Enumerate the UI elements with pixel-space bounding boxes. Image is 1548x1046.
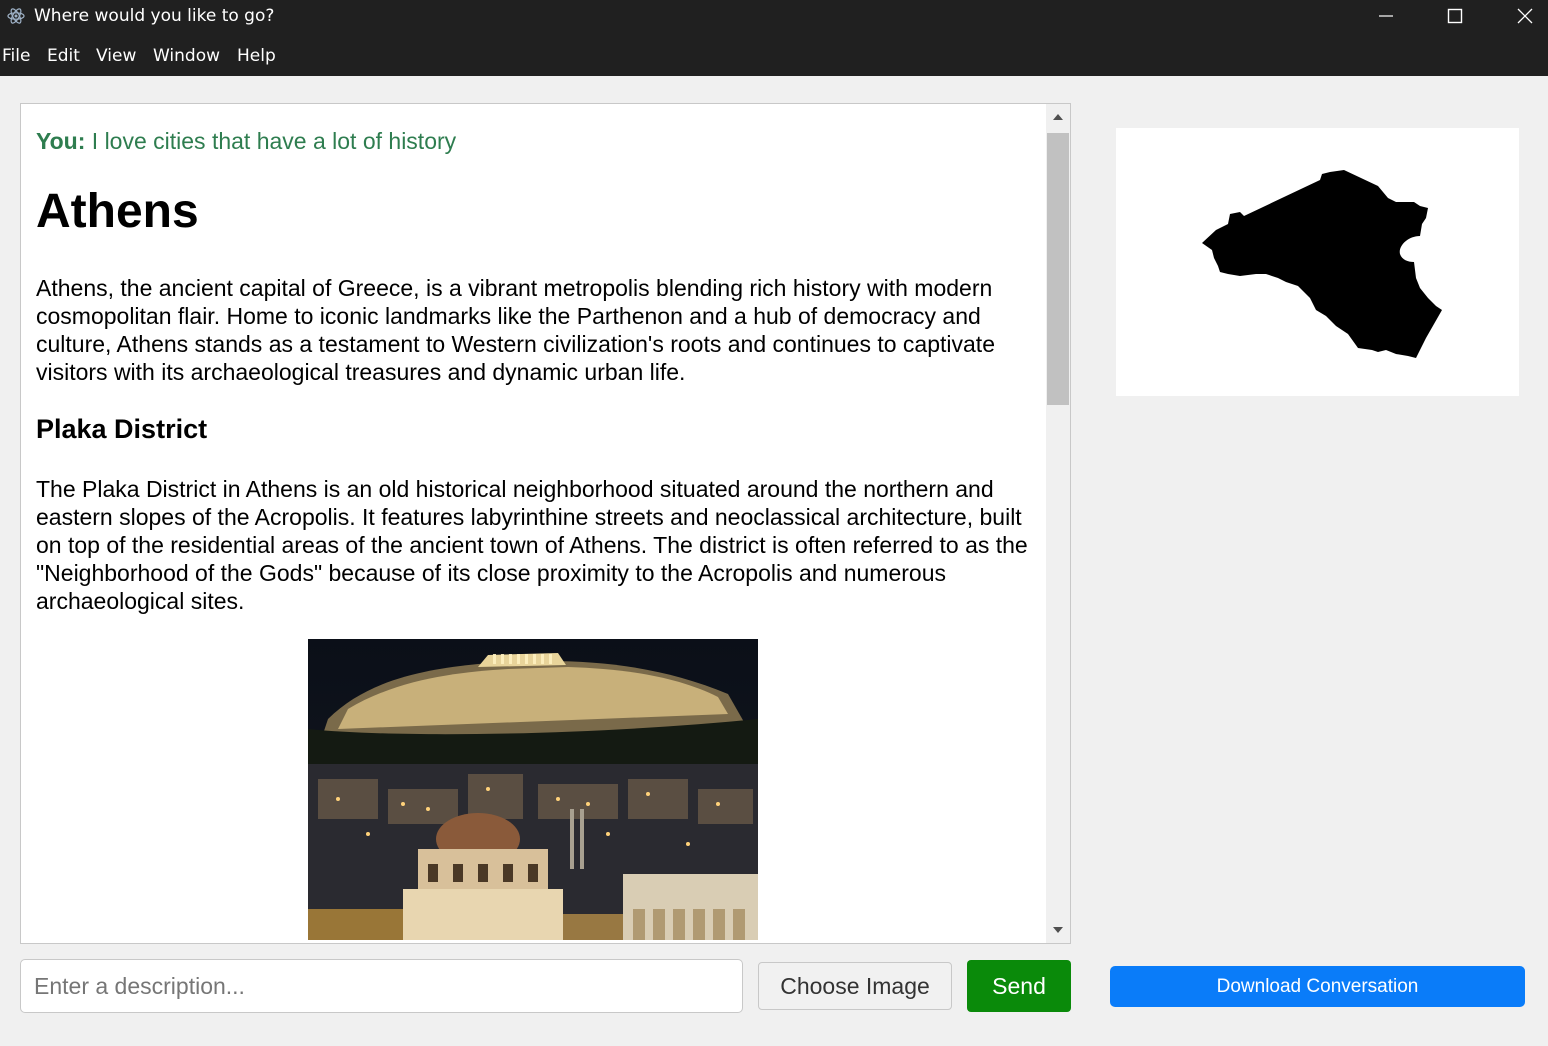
chat-content: You: I love cities that have a lot of hi… xyxy=(21,104,1046,943)
window-title: Where would you like to go? xyxy=(34,6,275,26)
menu-edit[interactable]: Edit xyxy=(47,46,80,66)
athens-night-photo xyxy=(308,639,758,940)
menu-help[interactable]: Help xyxy=(237,46,276,66)
electron-atom-icon xyxy=(7,8,25,24)
close-icon xyxy=(1517,8,1533,24)
district-photo xyxy=(308,639,758,940)
download-conversation-button[interactable]: Download Conversation xyxy=(1110,966,1525,1007)
close-button[interactable] xyxy=(1492,0,1548,32)
scroll-down-button[interactable] xyxy=(1046,917,1070,943)
athens-outline-map xyxy=(1202,170,1442,358)
minimize-button[interactable] xyxy=(1353,0,1419,32)
user-label: You: xyxy=(36,128,86,154)
choose-image-button[interactable]: Choose Image xyxy=(758,962,952,1010)
minimize-icon xyxy=(1379,15,1393,17)
menu-view[interactable]: View xyxy=(96,46,136,66)
arrow-up-icon xyxy=(1053,114,1063,120)
description-input[interactable] xyxy=(20,959,743,1013)
chat-panel: You: I love cities that have a lot of hi… xyxy=(20,103,1071,944)
district-description: The Plaka District in Athens is an old h… xyxy=(36,476,1028,614)
user-message: You: I love cities that have a lot of hi… xyxy=(36,128,456,155)
scroll-thumb[interactable] xyxy=(1047,133,1069,405)
menu-window[interactable]: Window xyxy=(153,46,220,66)
city-description: Athens, the ancient capital of Greece, i… xyxy=(36,275,995,385)
map-panel xyxy=(1116,128,1519,396)
district-title: Plaka District xyxy=(36,414,208,444)
menu-file[interactable]: File xyxy=(2,46,30,66)
maximize-button[interactable] xyxy=(1422,0,1488,32)
maximize-icon xyxy=(1447,8,1463,24)
user-message-text: I love cities that have a lot of history xyxy=(91,128,457,154)
send-button[interactable]: Send xyxy=(967,960,1071,1012)
title-bar: Where would you like to go? xyxy=(0,0,1548,36)
chat-scrollbar[interactable] xyxy=(1046,104,1070,943)
city-title: Athens xyxy=(36,185,199,238)
arrow-down-icon xyxy=(1053,927,1063,933)
menu-bar: File Edit View Window Help xyxy=(0,36,1548,76)
scroll-up-button[interactable] xyxy=(1046,104,1070,130)
